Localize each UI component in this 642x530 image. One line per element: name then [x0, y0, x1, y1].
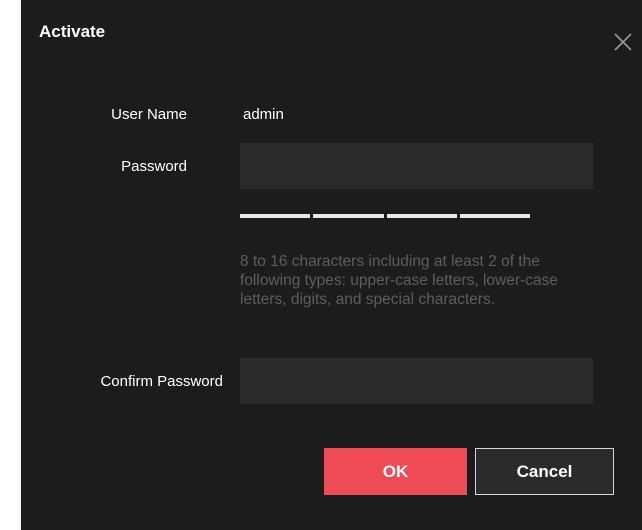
ok-button[interactable]: OK [324, 448, 467, 495]
strength-segment [313, 214, 384, 218]
password-label: Password [121, 158, 187, 175]
confirm-password-label: Confirm Password [100, 373, 223, 390]
cancel-button[interactable]: Cancel [475, 448, 614, 495]
confirm-password-input[interactable] [240, 358, 593, 404]
close-icon[interactable] [611, 30, 635, 54]
strength-segment [386, 214, 457, 218]
username-label: User Name [111, 106, 187, 123]
username-value: admin [243, 106, 284, 123]
password-hint: 8 to 16 characters including at least 2 … [240, 253, 558, 308]
password-strength-meter [240, 214, 530, 218]
dialog-title: Activate [39, 22, 106, 41]
strength-segment [459, 214, 530, 218]
password-input[interactable] [240, 143, 593, 189]
activate-dialog: Activate User Name admin Password 8 to 1… [21, 0, 642, 530]
strength-segment [240, 214, 311, 218]
